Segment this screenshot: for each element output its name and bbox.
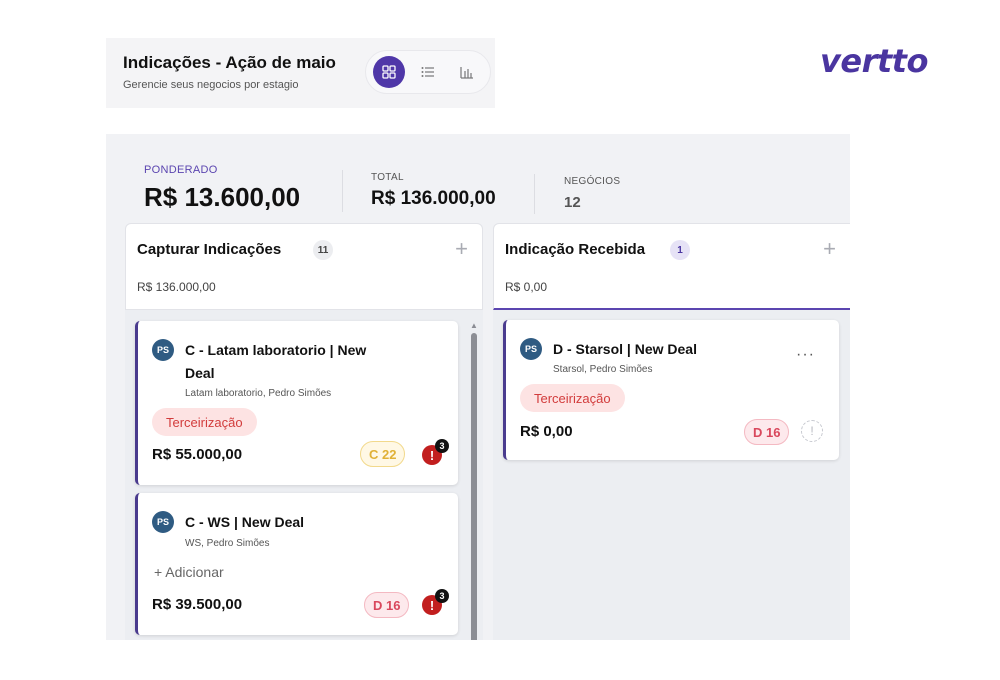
kanban-board: PONDERADO R$ 13.600,00 TOTAL R$ 136.000,… xyxy=(106,134,850,640)
column-amount: R$ 0,00 xyxy=(505,280,548,294)
grid-icon xyxy=(382,65,396,79)
view-toggle xyxy=(365,50,491,94)
column-title: Indicação Recebida xyxy=(505,241,646,258)
alert-count-badge: 3 xyxy=(435,439,449,453)
stat-label: NEGÓCIOS xyxy=(564,176,621,187)
deal-card[interactable]: PS D - Starsol | New Deal ··· Starsol, P… xyxy=(503,320,839,460)
alert-outline-icon[interactable]: ! xyxy=(801,420,823,442)
stat-total: TOTAL R$ 136.000,00 xyxy=(371,172,496,210)
stat-negocios: NEGÓCIOS 12 xyxy=(564,176,620,211)
alert-count-badge: 3 xyxy=(435,589,449,603)
page-header: Indicações - Ação de maio Gerencie seus … xyxy=(106,38,495,108)
stat-value: 12 xyxy=(564,194,581,211)
scroll-thumb[interactable] xyxy=(471,333,477,640)
deal-value: R$ 39.500,00 xyxy=(152,596,243,613)
tag-badge[interactable]: Terceirização xyxy=(152,408,257,436)
scroll-up-arrow[interactable]: ▲ xyxy=(470,321,478,330)
column-amount: R$ 136.000,00 xyxy=(137,280,216,294)
stat-ponderado: PONDERADO R$ 13.600,00 xyxy=(144,164,300,213)
kanban-view-button[interactable] xyxy=(373,56,405,88)
deal-subtitle: Latam laboratorio, Pedro Simões xyxy=(185,388,332,399)
deal-subtitle: WS, Pedro Simões xyxy=(185,538,270,549)
deal-title[interactable]: C - WS | New Deal xyxy=(185,511,304,534)
stat-label: TOTAL xyxy=(371,172,404,183)
column-count-badge: 1 xyxy=(670,240,690,260)
stat-value: R$ 13.600,00 xyxy=(144,182,301,212)
deal-card[interactable]: PS C - Latam laboratorio | New Deal Lata… xyxy=(135,321,458,485)
column-capturar-indicacoes: Capturar Indicações 11 + R$ 136.000,00 ▲… xyxy=(125,223,483,640)
more-options-icon[interactable]: ··· xyxy=(796,346,815,364)
bar-chart-icon xyxy=(460,66,473,79)
stat-label: PONDERADO xyxy=(144,164,218,176)
deal-title-line: C - Latam laboratorio | New xyxy=(185,342,367,358)
status-pill: D 16 xyxy=(744,419,790,445)
page-title: Indicações - Ação de maio xyxy=(123,53,336,72)
divider xyxy=(534,174,535,214)
avatar: PS xyxy=(152,339,174,361)
list-icon xyxy=(421,67,434,77)
deal-value: R$ 0,00 xyxy=(520,423,573,440)
tag-badge[interactable]: Terceirização xyxy=(520,384,625,412)
column-count-badge: 11 xyxy=(313,240,333,260)
stat-value: R$ 136.000,00 xyxy=(371,188,496,209)
avatar: PS xyxy=(520,338,542,360)
deal-title-line: C - WS | New Deal xyxy=(185,514,305,530)
deal-title[interactable]: C - Latam laboratorio | New Deal xyxy=(185,339,366,385)
chart-view-button[interactable] xyxy=(451,56,483,88)
deal-title-line: D - Starsol | New Deal xyxy=(553,341,697,357)
deal-value: R$ 55.000,00 xyxy=(152,446,243,463)
scrollbar[interactable]: ▲ xyxy=(470,321,478,640)
vertto-logo: vertto xyxy=(820,42,928,80)
divider xyxy=(342,170,343,212)
status-pill: D 16 xyxy=(364,592,410,618)
status-pill: C 22 xyxy=(360,441,406,467)
list-view-button[interactable] xyxy=(412,56,444,88)
add-tag-button[interactable]: + Adicionar xyxy=(154,564,224,580)
add-deal-button[interactable]: + xyxy=(455,236,468,262)
deal-subtitle: Starsol, Pedro Simões xyxy=(553,364,653,375)
column-indicacao-recebida: Indicação Recebida 1 + R$ 0,00 PS D - St… xyxy=(493,223,850,640)
avatar: PS xyxy=(152,511,174,533)
page-subtitle: Gerencie seus negocios por estagio xyxy=(123,79,299,91)
deal-title[interactable]: D - Starsol | New Deal xyxy=(553,338,697,361)
column-title: Capturar Indicações xyxy=(137,241,282,258)
column-header: Capturar Indicações 11 + R$ 136.000,00 xyxy=(125,223,483,310)
add-deal-button[interactable]: + xyxy=(823,236,836,262)
deal-card[interactable]: PS C - WS | New Deal WS, Pedro Simões + … xyxy=(135,493,458,635)
column-header: Indicação Recebida 1 + R$ 0,00 xyxy=(493,223,850,310)
deal-title-line: Deal xyxy=(185,365,215,381)
